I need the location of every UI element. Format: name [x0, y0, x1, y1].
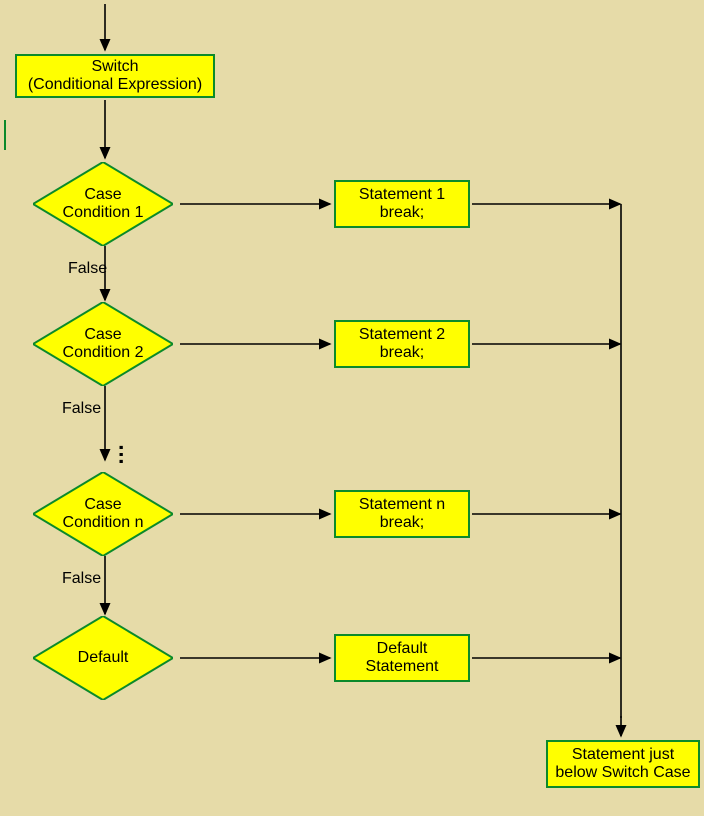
- final-line2: below Switch Case: [555, 764, 690, 782]
- default-stmt-line2: Statement: [366, 658, 439, 676]
- statement2-line1: Statement 2: [359, 326, 445, 344]
- case2-false-label: False: [62, 400, 101, 418]
- statement1-line1: Statement 1: [359, 186, 445, 204]
- case1-diamond: Case Condition 1: [33, 162, 173, 246]
- switch-line2: (Conditional Expression): [28, 76, 202, 94]
- default-diamond: Default: [33, 616, 173, 700]
- case1-false-label: False: [68, 260, 107, 278]
- statement2-line2: break;: [380, 344, 424, 362]
- final-box: Statement just below Switch Case: [546, 740, 700, 788]
- case2-line2: Condition 2: [63, 344, 144, 362]
- default-stmt-line1: Default: [377, 640, 428, 658]
- casen-line2: Condition n: [63, 514, 144, 532]
- final-line1: Statement just: [572, 746, 674, 764]
- case2-diamond: Case Condition 2: [33, 302, 173, 386]
- statement1-line2: break;: [380, 204, 424, 222]
- casen-false-label: False: [62, 570, 101, 588]
- casen-diamond: Case Condition n: [33, 472, 173, 556]
- statement2-box: Statement 2 break;: [334, 320, 470, 368]
- statementn-box: Statement n break;: [334, 490, 470, 538]
- case1-line1: Case: [84, 186, 121, 204]
- casen-line1: Case: [84, 496, 121, 514]
- statementn-line2: break;: [380, 514, 424, 532]
- default-label: Default: [78, 649, 129, 667]
- statement1-box: Statement 1 break;: [334, 180, 470, 228]
- switch-box: Switch (Conditional Expression): [15, 54, 215, 98]
- ellipsis-icon: …: [114, 444, 140, 467]
- case2-line1: Case: [84, 326, 121, 344]
- case1-line2: Condition 1: [63, 204, 144, 222]
- statementn-line1: Statement n: [359, 496, 445, 514]
- flowchart-canvas: Switch (Conditional Expression) Case Con…: [0, 0, 704, 816]
- default-statement-box: Default Statement: [334, 634, 470, 682]
- switch-line1: Switch: [91, 58, 138, 76]
